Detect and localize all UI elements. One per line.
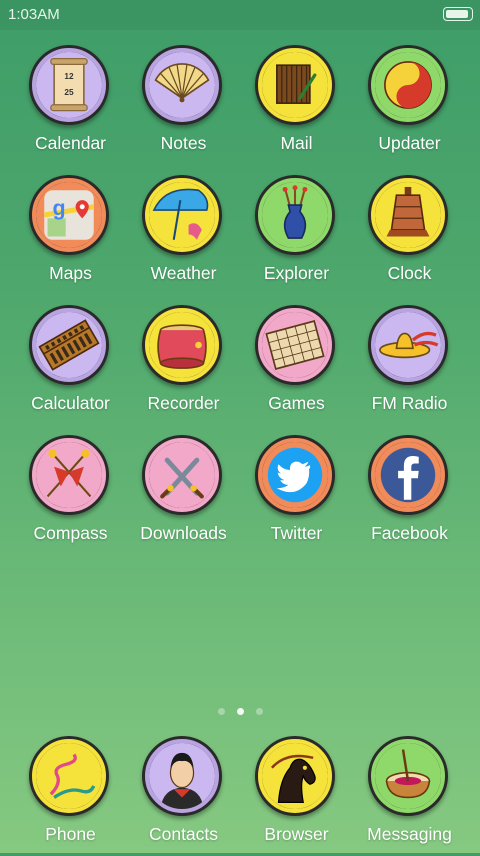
page-dot[interactable] [255,708,263,715]
app-explorer[interactable]: Explorer [240,175,353,295]
facebook-f-icon [371,438,445,512]
app-label: Recorder [147,393,220,413]
app-twitter[interactable]: Twitter [240,435,353,555]
yin-yang-icon [371,48,445,122]
app-label: Twitter [270,523,323,543]
hat-icon [371,308,445,382]
app-label: Compass [33,523,108,543]
app-facebook[interactable]: Facebook [353,435,466,555]
app-calendar[interactable]: 12 25 Calendar [14,45,127,165]
battery-level [446,10,468,18]
app-calculator[interactable]: Calculator [14,305,127,425]
app-maps[interactable]: g Maps [14,175,127,295]
app-weather[interactable]: Weather [127,175,240,295]
calendar-icon: 12 25 [32,48,106,122]
dock-messaging[interactable]: Messaging [353,736,466,856]
calendar-day-text: 25 [64,88,74,97]
phone-cord-icon [32,739,106,813]
calendar-month-text: 12 [64,72,74,81]
ink-pot-icon [371,739,445,813]
crossed-flags-icon [32,438,106,512]
umbrella-icon [145,178,219,252]
app-label: Explorer [263,263,330,283]
page-indicator [0,702,480,715]
app-notes[interactable]: Notes [127,45,240,165]
maps-icon: g [32,178,106,252]
horse-icon [258,739,332,813]
bell-icon [371,178,445,252]
app-label: Messaging [367,824,452,844]
dock-phone[interactable]: Phone [14,736,127,856]
crossed-swords-icon [145,438,219,512]
app-label: Calendar [34,133,107,153]
app-games[interactable]: Games [240,305,353,425]
warrior-portrait-icon [145,739,219,813]
app-clock[interactable]: Clock [353,175,466,295]
app-label: Notes [160,133,207,153]
app-mail[interactable]: Mail [240,45,353,165]
app-label: Facebook [371,523,448,543]
abacus-icon [32,308,106,382]
status-time: 1:03AM [8,6,60,23]
app-label: Maps [49,263,92,283]
battery-icon [443,7,473,21]
app-label: Games [268,393,325,413]
page-dot-current[interactable] [236,708,244,715]
app-label: Contacts [148,824,219,844]
twitter-bird-icon [258,438,332,512]
app-label: Mail [280,133,313,153]
board-game-icon [258,308,332,382]
folding-fan-icon [145,48,219,122]
app-label: Clock [387,263,432,283]
svg-text:g: g [53,196,66,220]
app-fm-radio[interactable]: FM Radio [353,305,466,425]
dock-browser[interactable]: Browser [240,736,353,856]
vase-icon [258,178,332,252]
app-label: Downloads [140,523,227,543]
scroll-brush-icon [258,48,332,122]
app-label: Updater [378,133,441,153]
app-label: Weather [150,263,217,283]
status-bar: 1:03AM [0,0,480,30]
app-compass[interactable]: Compass [14,435,127,555]
drum-icon [145,308,219,382]
app-downloads[interactable]: Downloads [127,435,240,555]
app-label: Browser [264,824,329,844]
dock-contacts[interactable]: Contacts [127,736,240,856]
page-dot[interactable] [217,708,225,715]
app-label: Phone [45,824,96,844]
app-label: Calculator [31,393,110,413]
app-updater[interactable]: Updater [353,45,466,165]
app-recorder[interactable]: Recorder [127,305,240,425]
app-label: FM Radio [371,393,448,413]
